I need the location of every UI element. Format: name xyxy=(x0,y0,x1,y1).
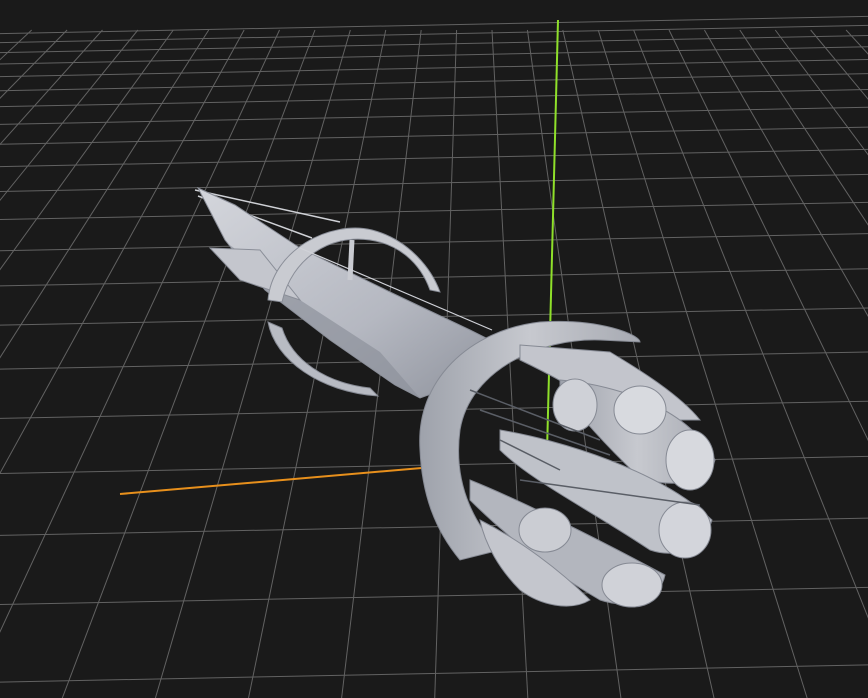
grid-line xyxy=(0,126,868,145)
grid-line xyxy=(0,15,868,35)
engine-cluster xyxy=(469,344,716,608)
engine-exhaust-low xyxy=(601,562,663,608)
3d-viewport[interactable] xyxy=(0,0,868,698)
grid-line xyxy=(0,664,868,683)
spaceship-model[interactable] xyxy=(194,186,716,608)
grid-line xyxy=(0,29,174,271)
grid-line xyxy=(0,24,868,44)
grid-line xyxy=(0,29,210,359)
engine-exhaust-mid xyxy=(658,501,712,559)
grid-line xyxy=(0,29,139,202)
grid-line xyxy=(0,29,245,475)
grid-line xyxy=(0,586,868,606)
grid-line xyxy=(0,517,868,536)
engine-exhaust-right xyxy=(665,429,715,491)
grid-line xyxy=(0,173,868,193)
engine-exhaust-upper-left xyxy=(552,378,598,432)
grid-line xyxy=(0,148,868,168)
engine-exhaust-lower-left xyxy=(518,507,572,553)
grid-line xyxy=(0,35,868,54)
grid-line xyxy=(739,29,868,226)
grid-line xyxy=(0,201,868,220)
engine-exhaust-top xyxy=(613,385,667,435)
viewport-scene[interactable] xyxy=(0,0,868,698)
grid-line xyxy=(633,29,868,619)
canopy-strut xyxy=(347,239,355,281)
grid-line xyxy=(810,29,868,100)
grid-line xyxy=(0,88,868,108)
grid-line xyxy=(774,29,868,156)
grid-line xyxy=(0,106,868,125)
